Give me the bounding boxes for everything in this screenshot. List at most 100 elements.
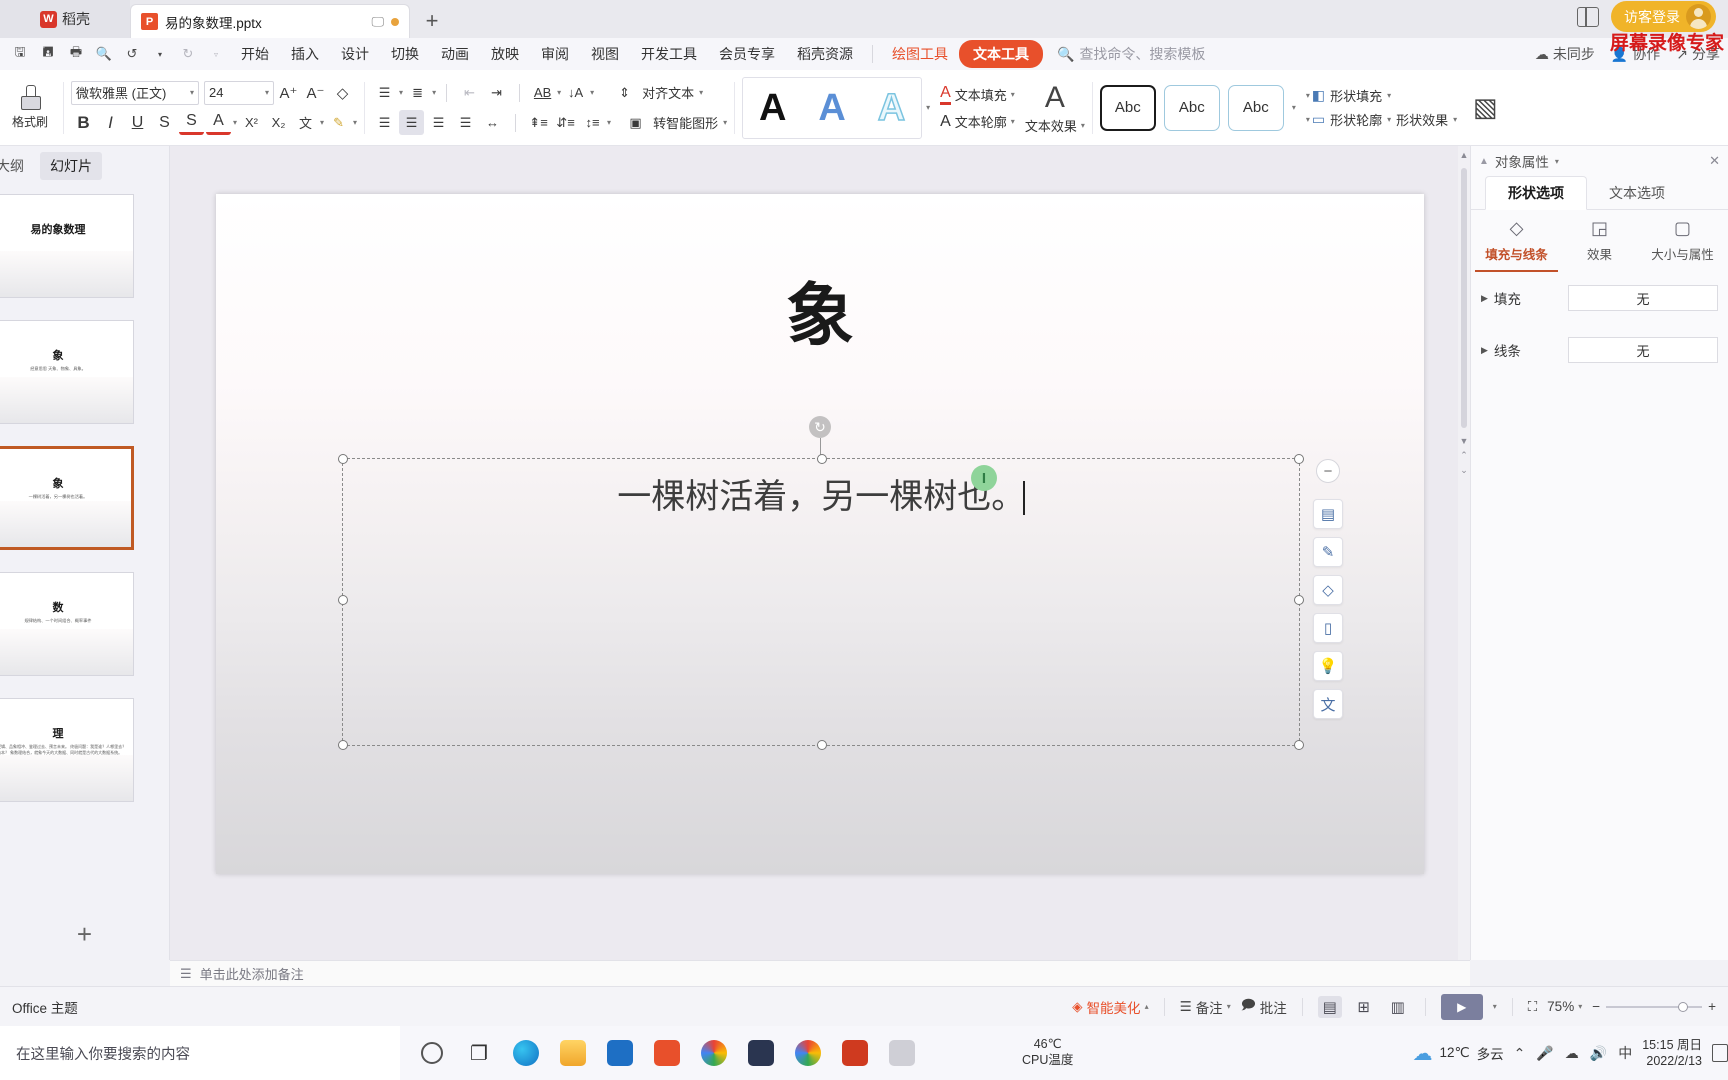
wps-icon[interactable] (647, 1033, 687, 1073)
text-effect-button[interactable]: A 文本效果 ▾ (1025, 81, 1085, 135)
chevron-down-icon[interactable]: ▾ (1387, 115, 1391, 124)
tab-outline[interactable]: 大纲 (0, 152, 34, 180)
resize-handle-ml[interactable] (338, 595, 348, 605)
reading-view-icon[interactable]: ▥ (1386, 996, 1410, 1018)
resize-handle-tr[interactable] (1294, 454, 1304, 464)
font-color-icon[interactable]: A (206, 110, 231, 135)
tab-slides[interactable]: 幻灯片 (40, 152, 102, 180)
save-icon[interactable]: 🖫 (6, 41, 34, 67)
text-cursor-icon[interactable]: I (971, 465, 997, 491)
zoom-in-button[interactable]: + (1708, 999, 1716, 1014)
taskbar-search-input[interactable]: 在这里输入你要搜索的内容 (0, 1026, 400, 1080)
chevron-down-icon[interactable]: ▾ (607, 118, 611, 127)
print-icon[interactable]: 🖶 (62, 41, 90, 67)
shape-fill-label[interactable]: 形状填充 (1327, 86, 1385, 105)
chevron-down-icon[interactable]: ▾ (557, 88, 561, 97)
chevron-down-icon[interactable]: ▾ (1387, 91, 1391, 100)
menu-item-docer[interactable]: 稻壳资源 (786, 40, 864, 68)
chevron-right-icon[interactable]: ▶ (1481, 345, 1488, 356)
translate-icon[interactable]: 文 (1313, 689, 1343, 719)
smartart-icon[interactable]: ▣ (623, 110, 648, 135)
chevron-down-icon[interactable]: ▾ (1493, 1002, 1497, 1011)
text-outline-button[interactable]: A 文本轮廓 ▾ (940, 112, 1015, 131)
menu-item-member[interactable]: 会员专享 (708, 40, 786, 68)
cortana-icon[interactable] (412, 1033, 452, 1073)
theme-label[interactable]: Office 主题 (12, 997, 78, 1017)
shape-style-1[interactable]: Abc (1099, 84, 1156, 131)
ime-cn-icon[interactable]: 中 (1618, 1043, 1632, 1063)
menu-item-design[interactable]: 设计 (330, 40, 380, 68)
decrease-font-size-icon[interactable]: A⁻ (303, 80, 328, 105)
fit-slide-button[interactable]: ⛶ (1528, 999, 1537, 1015)
idea-icon[interactable]: 💡 (1313, 651, 1343, 681)
chrome-color-icon[interactable] (694, 1033, 734, 1073)
slide-title-text[interactable]: 象 (216, 282, 1424, 350)
menu-item-slideshow[interactable]: 放映 (480, 40, 530, 68)
picture-effects-button[interactable]: ▧ (1463, 92, 1507, 123)
slide-thumbnail-list[interactable]: 易的象数理 象 经意思思 天象、物象、具象。 象 一棵树活着，另一棵树也活着。 … (0, 188, 169, 912)
task-view-icon[interactable]: ❐ (459, 1033, 499, 1073)
increase-font-size-icon[interactable]: A⁺ (276, 80, 301, 105)
zoom-slider[interactable]: − + (1592, 999, 1716, 1014)
tab-text-options[interactable]: 文本选项 (1587, 176, 1687, 209)
mic-icon[interactable]: 🎤 (1536, 1045, 1553, 1062)
zoom-level[interactable]: 75% ▾ (1547, 999, 1582, 1014)
save-as-icon[interactable]: 🖪 (34, 41, 62, 67)
sort-icon[interactable]: ↓A (563, 80, 588, 105)
add-slide-button[interactable]: + (0, 916, 169, 952)
font-name-combo[interactable]: 微软雅黑 (正文) ▾ (71, 80, 199, 105)
shape-outline-label[interactable]: 形状轮廓 (1327, 110, 1385, 129)
zoom-knob[interactable] (1678, 1001, 1689, 1012)
chrome-icon[interactable] (788, 1033, 828, 1073)
chevron-down-icon[interactable]: ▾ (699, 88, 703, 97)
strikethrough-icon[interactable]: S (179, 110, 204, 135)
menu-item-insert[interactable]: 插入 (280, 40, 330, 68)
new-tab-button[interactable]: + (410, 4, 454, 38)
clear-format-icon[interactable]: ◇ (330, 80, 355, 105)
wordart-gallery[interactable]: A A A (742, 76, 923, 139)
comment-button[interactable]: 🗩 批注 (1241, 995, 1287, 1018)
normal-view-icon[interactable]: ▤ (1317, 995, 1342, 1018)
smartart-label[interactable]: 转智能图形 (650, 113, 721, 132)
pen-icon[interactable]: ✎ (1313, 537, 1343, 567)
number-list-icon[interactable]: ≣ (405, 80, 430, 105)
fill-value[interactable]: 无 (1568, 285, 1718, 311)
align-center-icon[interactable]: ☰ (399, 110, 425, 135)
collapse-panel-icon[interactable]: ▲ (1479, 156, 1489, 167)
resize-handle-tc[interactable] (817, 454, 827, 464)
increase-indent-icon[interactable]: ⇥ (484, 80, 509, 105)
pinyin-guide-icon[interactable]: 文 (293, 110, 318, 135)
text-direction-icon[interactable]: AB (530, 80, 555, 105)
slide-thumbnail-5[interactable]: 理 规律逻辑、品象相冲、鉴理过去、预言未来。 终极问题：我是谁？人哪里去？何处为… (0, 698, 134, 802)
folder-icon[interactable] (882, 1033, 922, 1073)
chevron-down-icon[interactable]: ▾ (590, 88, 594, 97)
underline-icon[interactable]: U (125, 110, 150, 135)
wordart-sample-1[interactable]: A (759, 89, 786, 127)
distribute-icon[interactable]: ↔ (480, 110, 505, 135)
slide-thumbnail-3[interactable]: 象 一棵树活着，另一棵树也活着。 (0, 446, 134, 550)
shape-fill-icon[interactable]: ◇ (1313, 575, 1343, 605)
menu-item-animation[interactable]: 动画 (430, 40, 480, 68)
weather-widget[interactable]: ☁ 12℃ 多云 (1412, 1041, 1503, 1066)
line-height-icon[interactable]: ↕≡ (580, 110, 605, 135)
close-icon[interactable]: ✕ (1709, 153, 1720, 169)
zoom-track[interactable] (1606, 1001, 1703, 1012)
notification-icon[interactable] (1712, 1044, 1728, 1062)
shape-style-2[interactable]: Abc (1163, 84, 1220, 131)
menu-item-review[interactable]: 审阅 (530, 40, 580, 68)
resize-handle-tl[interactable] (338, 454, 348, 464)
search-command-box[interactable]: 🔍 查找命令、搜索模板 (1057, 44, 1205, 64)
menu-item-transition[interactable]: 切换 (380, 40, 430, 68)
wps-writer-icon[interactable] (835, 1033, 875, 1073)
para-spacing-icon[interactable]: ⇵≡ (553, 110, 578, 135)
speaker-icon[interactable]: 🔊 (1590, 1045, 1607, 1062)
document-tab[interactable]: P 易的象数理.pptx 🖵 (130, 4, 410, 38)
chevron-down-icon[interactable]: ▾ (723, 118, 727, 127)
shape-style-more-icon[interactable]: ▾ (1292, 103, 1296, 112)
cat-icon[interactable] (741, 1033, 781, 1073)
italic-icon[interactable]: I (98, 110, 123, 135)
line-spacing-icon[interactable]: ⇞≡ (526, 110, 551, 135)
highlight-icon[interactable]: ✎ (326, 110, 351, 135)
resize-handle-br[interactable] (1294, 740, 1304, 750)
menu-item-developer[interactable]: 开发工具 (630, 40, 708, 68)
